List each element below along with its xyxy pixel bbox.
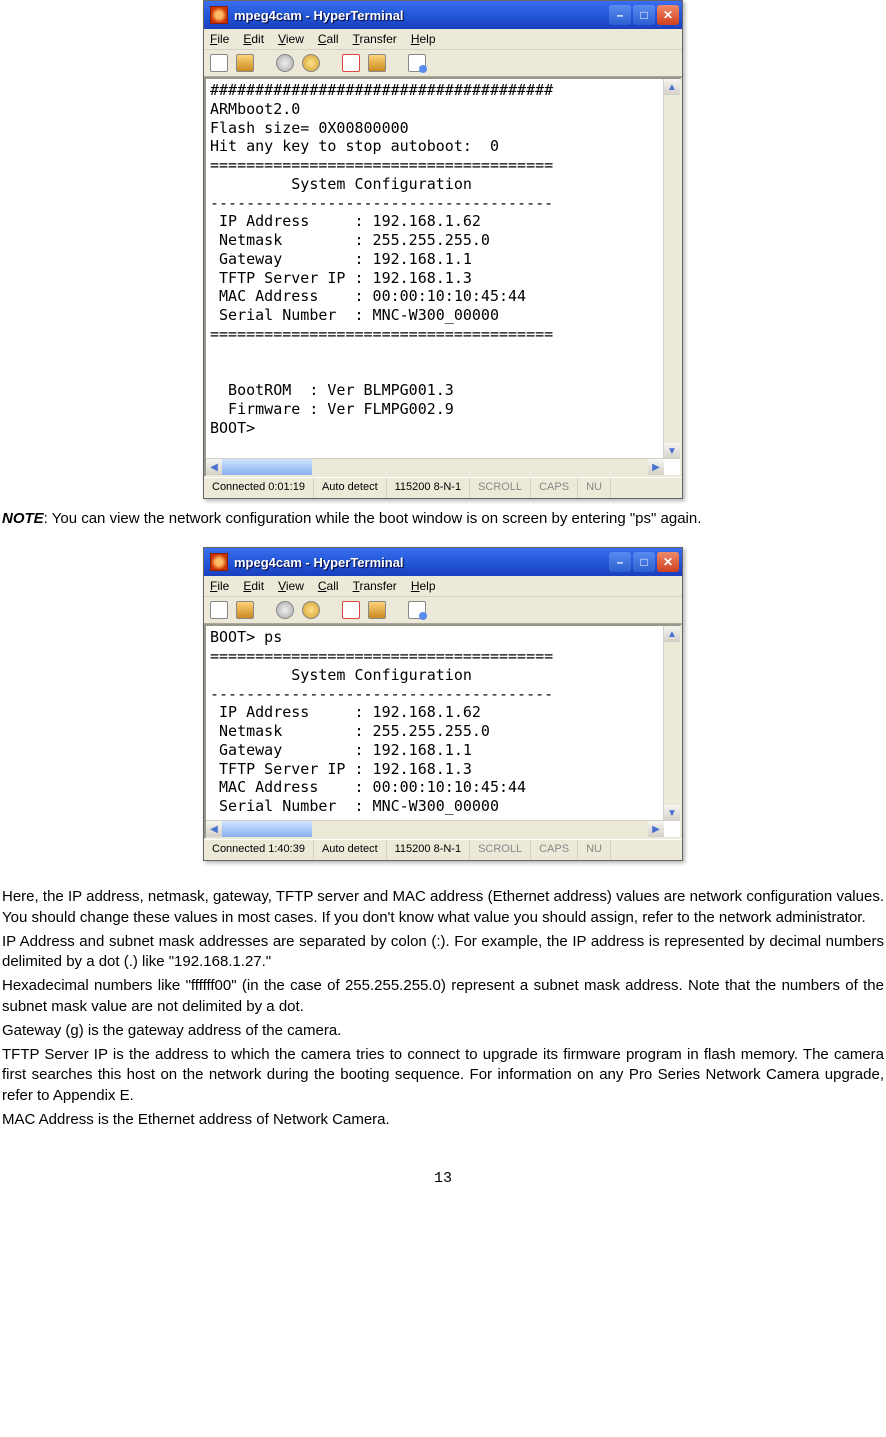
open-icon[interactable] [236,54,254,72]
vertical-scrollbar[interactable]: ▲ ▼ [663,79,680,459]
menu-view[interactable]: View [278,32,304,46]
terminal-area: BOOT> ps ===============================… [204,624,682,839]
app-icon [210,6,228,24]
hyperterminal-window-1: mpeg4cam - HyperTerminal – □ ✕ File Edit… [203,0,683,499]
scroll-right-arrow-icon[interactable]: ▶ [648,459,664,475]
receive-icon[interactable] [368,601,386,619]
status-connected: Connected 0:01:19 [204,478,314,498]
status-port: 115200 8-N-1 [387,478,470,498]
scroll-left-arrow-icon[interactable]: ◀ [206,821,222,837]
note-text: : You can view the network configuration… [44,510,702,527]
vertical-scrollbar[interactable]: ▲ ▼ [663,626,680,821]
properties-icon[interactable] [408,54,426,72]
menu-bar: File Edit View Call Transfer Help [204,29,682,50]
scroll-down-arrow-icon[interactable]: ▼ [664,805,680,821]
disconnect-icon[interactable] [302,54,320,72]
scroll-up-arrow-icon[interactable]: ▲ [664,626,680,642]
note-paragraph: NOTE: You can view the network configura… [0,509,886,529]
terminal-output[interactable]: BOOT> ps ===============================… [206,626,680,837]
menu-file[interactable]: File [210,32,229,46]
terminal-area: ###################################### A… [204,77,682,477]
status-detect: Auto detect [314,478,387,498]
note-label: NOTE [2,510,44,527]
scroll-up-arrow-icon[interactable]: ▲ [664,79,680,95]
paragraph-3: Hexadecimal numbers like "ffffff00" (in … [2,976,884,1017]
send-icon[interactable] [342,54,360,72]
scroll-down-arrow-icon[interactable]: ▼ [664,443,680,459]
paragraph-4: Gateway (g) is the gateway address of th… [2,1021,884,1041]
scroll-left-arrow-icon[interactable]: ◀ [206,459,222,475]
status-bar: Connected 1:40:39 Auto detect 115200 8-N… [204,839,682,860]
paragraph-6: MAC Address is the Ethernet address of N… [2,1110,884,1130]
paragraph-1: Here, the IP address, netmask, gateway, … [2,887,884,928]
hyperterminal-window-2: mpeg4cam - HyperTerminal – □ ✕ File Edit… [203,547,683,861]
menu-transfer[interactable]: Transfer [353,32,397,46]
open-icon[interactable] [236,601,254,619]
paragraph-5: TFTP Server IP is the address to which t… [2,1045,884,1106]
menu-edit[interactable]: Edit [243,579,264,593]
menu-bar: File Edit View Call Transfer Help [204,576,682,597]
call-icon[interactable] [276,54,294,72]
terminal-output[interactable]: ###################################### A… [206,79,680,475]
status-caps: CAPS [531,478,578,498]
titlebar[interactable]: mpeg4cam - HyperTerminal – □ ✕ [204,548,682,576]
status-detect: Auto detect [314,840,387,860]
status-bar: Connected 0:01:19 Auto detect 115200 8-N… [204,477,682,498]
menu-edit[interactable]: Edit [243,32,264,46]
window-title: mpeg4cam - HyperTerminal [234,555,609,570]
status-num: NU [578,840,611,860]
scroll-thumb[interactable] [222,459,312,475]
disconnect-icon[interactable] [302,601,320,619]
titlebar[interactable]: mpeg4cam - HyperTerminal – □ ✕ [204,1,682,29]
menu-help[interactable]: Help [411,579,436,593]
call-icon[interactable] [276,601,294,619]
menu-file[interactable]: File [210,579,229,593]
minimize-button[interactable]: – [609,5,631,25]
maximize-button[interactable]: □ [633,5,655,25]
status-scroll: SCROLL [470,478,531,498]
status-num: NU [578,478,611,498]
scroll-thumb[interactable] [222,821,312,837]
status-caps: CAPS [531,840,578,860]
status-scroll: SCROLL [470,840,531,860]
menu-call[interactable]: Call [318,32,339,46]
send-icon[interactable] [342,601,360,619]
maximize-button[interactable]: □ [633,552,655,572]
scroll-right-arrow-icon[interactable]: ▶ [648,821,664,837]
page-number: 13 [0,1170,886,1187]
toolbar [204,50,682,77]
close-button[interactable]: ✕ [657,552,679,572]
status-port: 115200 8-N-1 [387,840,470,860]
status-connected: Connected 1:40:39 [204,840,314,860]
new-icon[interactable] [210,54,228,72]
menu-help[interactable]: Help [411,32,436,46]
menu-view[interactable]: View [278,579,304,593]
horizontal-scrollbar[interactable]: ◀ ▶ [206,820,664,837]
minimize-button[interactable]: – [609,552,631,572]
receive-icon[interactable] [368,54,386,72]
properties-icon[interactable] [408,601,426,619]
horizontal-scrollbar[interactable]: ◀ ▶ [206,458,664,475]
close-button[interactable]: ✕ [657,5,679,25]
menu-call[interactable]: Call [318,579,339,593]
menu-transfer[interactable]: Transfer [353,579,397,593]
window-title: mpeg4cam - HyperTerminal [234,8,609,23]
paragraph-2: IP Address and subnet mask addresses are… [2,932,884,973]
toolbar [204,597,682,624]
new-icon[interactable] [210,601,228,619]
body-text: Here, the IP address, netmask, gateway, … [0,887,886,1130]
app-icon [210,553,228,571]
